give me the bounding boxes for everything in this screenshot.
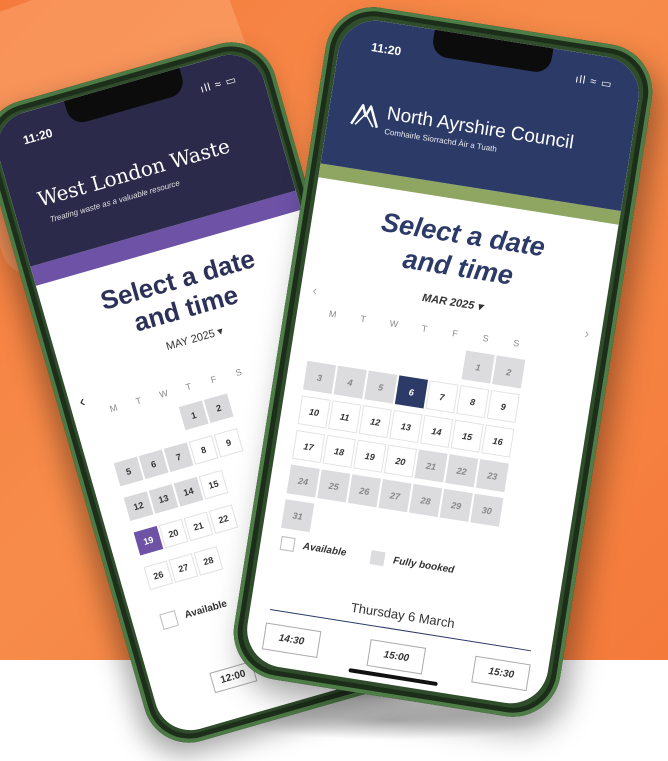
calendar-day[interactable]: 11 xyxy=(328,400,362,434)
calendar-day: 31 xyxy=(281,499,315,533)
chevron-right-icon[interactable]: › xyxy=(583,325,590,342)
time-slot-button[interactable]: 15:00 xyxy=(366,639,426,675)
calendar-day: 24 xyxy=(286,464,320,498)
legend-available: Available xyxy=(159,596,229,630)
calendar-day[interactable]: 19 xyxy=(353,439,387,473)
calendar-day[interactable]: 10 xyxy=(297,395,331,429)
calendar-day[interactable]: 16 xyxy=(481,424,515,458)
calendar-day: 14 xyxy=(173,476,204,507)
calendar-day: 2 xyxy=(492,355,526,389)
calendar-day: 1 xyxy=(178,400,209,431)
calendar-day: 13 xyxy=(148,484,179,514)
calendar-day: 5 xyxy=(364,370,398,404)
calendar-day: 23 xyxy=(475,459,509,493)
calendar-legend: Available Fully booked xyxy=(279,535,477,581)
calendar-day: 2 xyxy=(203,393,234,424)
chevron-left-icon[interactable]: ‹ xyxy=(77,393,87,412)
weekday-label: F xyxy=(209,373,218,386)
calendar-day: 3 xyxy=(302,360,337,394)
calendar-day[interactable]: 8 xyxy=(456,385,490,419)
calendar-day: 28 xyxy=(409,483,443,518)
weekday-label: T xyxy=(134,395,143,407)
calendar-day[interactable]: 13 xyxy=(389,409,423,444)
calendar-day[interactable]: 12 xyxy=(358,405,392,439)
calendar-day[interactable]: 7 xyxy=(425,380,459,414)
calendar-day: 22 xyxy=(445,454,479,488)
calendar-day[interactable]: 15 xyxy=(450,419,484,453)
calendar-day: 7 xyxy=(163,442,194,473)
calendar-day[interactable]: 18 xyxy=(322,434,356,468)
weekday-label: W xyxy=(388,318,399,330)
calendar-day: 27 xyxy=(378,479,412,513)
calendar-day[interactable]: 27 xyxy=(168,553,199,583)
calendar-day[interactable]: 8 xyxy=(188,435,219,465)
calendar-day[interactable]: 14 xyxy=(419,414,454,448)
calendar-day: 1 xyxy=(461,350,495,384)
legend-swatch-available xyxy=(159,610,180,630)
council-logo-icon xyxy=(350,104,379,129)
calendar-day[interactable]: 21 xyxy=(183,511,214,542)
weekday-label: S xyxy=(234,366,243,378)
phone-notch xyxy=(430,29,554,75)
calendar-day: 30 xyxy=(470,493,504,527)
legend-fully-booked: Fully booked xyxy=(369,550,456,577)
legend-swatch-fully-booked xyxy=(369,550,386,567)
calendar-day: 25 xyxy=(317,469,351,503)
calendar-day[interactable]: 9 xyxy=(486,389,520,424)
weekday-label: W xyxy=(158,387,170,400)
calendar-day: 21 xyxy=(414,449,448,483)
legend-label-available: Available xyxy=(301,541,348,559)
calendar-day: 6 xyxy=(138,449,169,480)
chevron-left-icon[interactable]: ‹ xyxy=(311,282,318,299)
weekday-label: M xyxy=(328,308,338,320)
calendar-day[interactable]: 20 xyxy=(158,518,189,549)
legend-available: Available xyxy=(279,535,348,560)
calendar-day[interactable]: 17 xyxy=(292,429,326,464)
status-icons: ıll ≈ ▭ xyxy=(574,73,614,92)
calendar-day: 5 xyxy=(113,456,144,487)
time-slot-button[interactable]: 14:30 xyxy=(261,622,321,658)
calendar-day: 4 xyxy=(333,365,367,399)
weekday-label: T xyxy=(359,313,367,325)
calendar-day-selected[interactable]: 6 xyxy=(394,375,429,409)
time-slot-button[interactable]: 15:30 xyxy=(471,655,531,692)
status-time: 11:20 xyxy=(21,125,55,148)
calendar-day: 29 xyxy=(439,488,473,522)
calendar-day: 12 xyxy=(123,491,154,521)
status-icons: ıll ≈ ▭ xyxy=(199,73,239,96)
status-time: 11:20 xyxy=(370,40,403,59)
weekday-label: T xyxy=(420,323,428,335)
weekday-label: S xyxy=(512,337,521,349)
calendar-day: 26 xyxy=(347,474,381,508)
legend-label-fully-booked: Fully booked xyxy=(392,555,455,576)
legend-swatch-available xyxy=(279,535,296,552)
calendar-day[interactable]: 9 xyxy=(213,427,244,458)
calendar-day-selected[interactable]: 19 xyxy=(133,525,164,556)
weekday-label: M xyxy=(108,402,119,415)
calendar-day[interactable]: 22 xyxy=(208,504,239,535)
legend-label-available: Available xyxy=(183,598,229,621)
weekday-label: T xyxy=(184,381,193,393)
calendar-day[interactable]: 26 xyxy=(143,560,174,591)
weekday-label: S xyxy=(481,332,490,344)
calendar-day[interactable]: 20 xyxy=(383,444,418,478)
calendar-day[interactable]: 15 xyxy=(198,469,229,500)
weekday-label: F xyxy=(451,328,459,339)
calendar-day[interactable]: 28 xyxy=(193,546,224,576)
